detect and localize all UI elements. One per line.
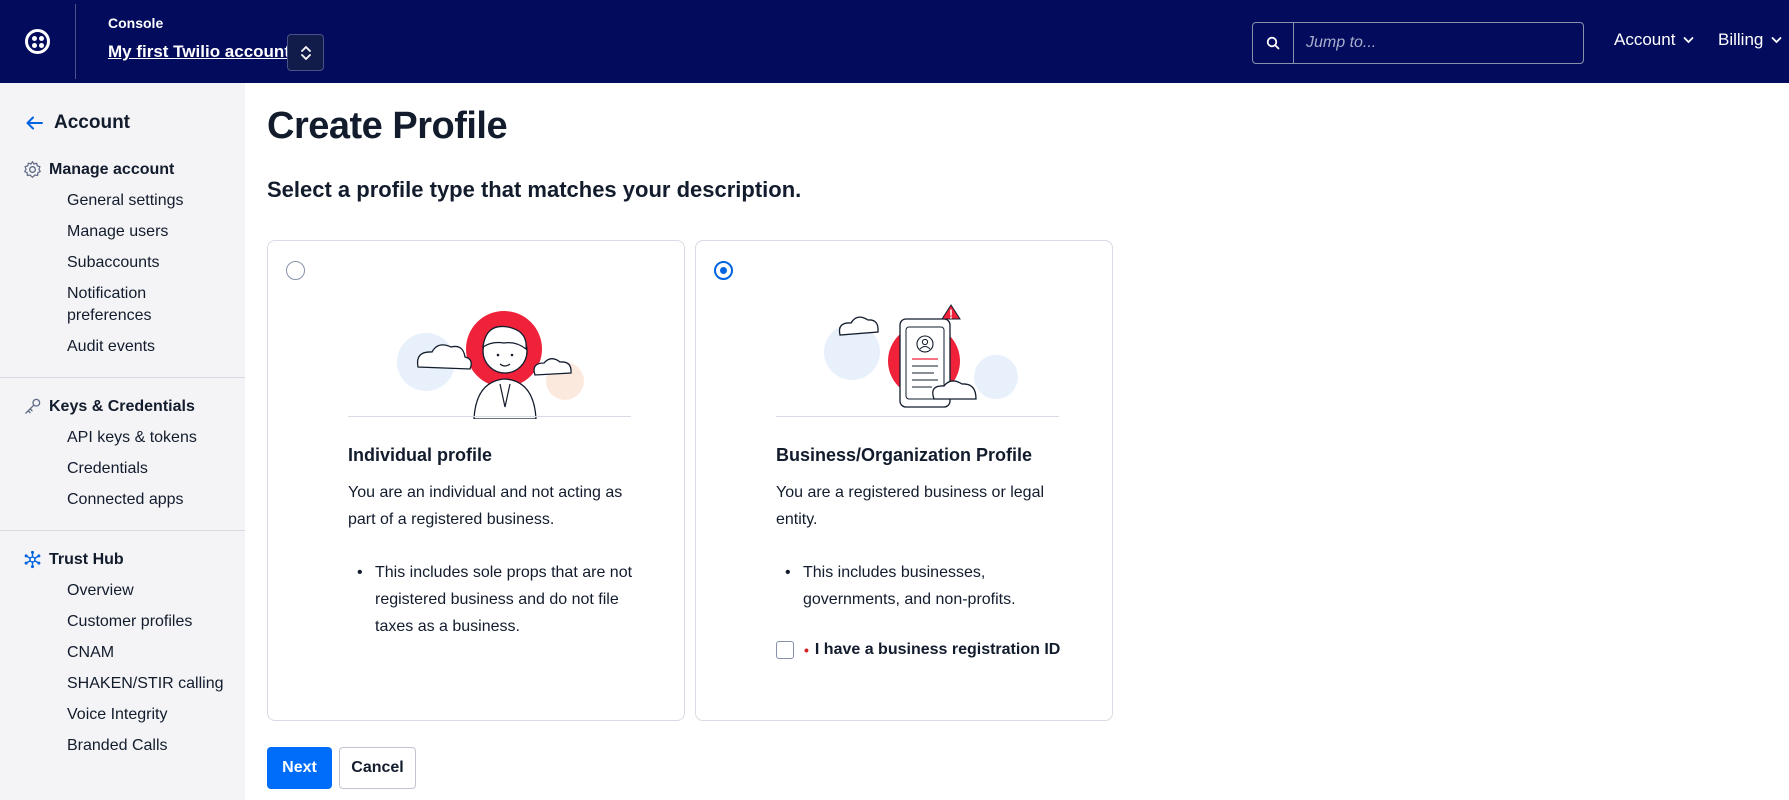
page-subtitle: Select a profile type that matches your … xyxy=(267,177,802,202)
sidebar-item-voice-integrity[interactable]: Voice Integrity xyxy=(67,704,168,726)
business-registration-checkbox[interactable] xyxy=(776,641,794,659)
business-registration-checkbox-row[interactable]: • I have a business registration ID xyxy=(776,641,1060,659)
sidebar-item-connected-apps[interactable]: Connected apps xyxy=(67,489,184,511)
cancel-button[interactable]: Cancel xyxy=(339,747,416,789)
card-divider xyxy=(348,416,631,417)
search-input[interactable] xyxy=(1294,23,1583,63)
key-icon xyxy=(25,398,41,414)
business-profile-bullet: This includes businesses, governments, a… xyxy=(785,559,1068,613)
console-label: Console xyxy=(108,15,164,31)
individual-profile-bullet: This includes sole props that are not re… xyxy=(357,559,640,640)
individual-profile-radio[interactable] xyxy=(286,261,305,280)
sidebar-item-overview[interactable]: Overview xyxy=(67,580,134,602)
sidebar-item-credentials[interactable]: Credentials xyxy=(67,458,148,480)
individual-profile-description: You are an individual and not acting as … xyxy=(348,484,623,528)
gear-icon xyxy=(24,161,41,178)
business-profile-description: You are a registered business or legal e… xyxy=(776,484,1045,528)
account-name-link[interactable]: My first Twilio account xyxy=(108,42,290,62)
sidebar-item-api-keys-tokens[interactable]: API keys & tokens xyxy=(67,427,197,449)
back-label: Account xyxy=(54,112,130,133)
search-icon xyxy=(1266,36,1280,50)
sidebar-item-general-settings[interactable]: General settings xyxy=(67,190,184,212)
search-button[interactable] xyxy=(1253,23,1294,63)
back-to-account-link[interactable]: Account xyxy=(25,112,130,134)
business-document-illustration xyxy=(824,304,1018,408)
search-box xyxy=(1252,22,1584,64)
twilio-logo-icon[interactable] xyxy=(25,29,50,54)
sidebar-section-label: Manage account xyxy=(49,160,175,178)
sidebar-section-manage-account[interactable]: Manage account xyxy=(23,160,174,179)
sidebar-divider xyxy=(0,377,245,378)
sidebar-item-branded-calls[interactable]: Branded Calls xyxy=(67,735,168,757)
required-indicator: • xyxy=(804,642,809,658)
sidebar-item-subaccounts[interactable]: Subaccounts xyxy=(67,252,160,274)
business-profile-card[interactable]: Business/Organization Profile You are a … xyxy=(695,240,1113,721)
trust-hub-icon xyxy=(24,550,41,569)
sidebar-section-label: Keys & Credentials xyxy=(49,397,195,415)
sidebar: Account Manage account General settings … xyxy=(0,83,245,800)
sidebar-item-notification-preferences[interactable]: Notification preferences xyxy=(67,283,207,327)
next-button[interactable]: Next xyxy=(267,747,332,789)
sidebar-section-trust-hub[interactable]: Trust Hub xyxy=(23,550,124,569)
business-profile-title: Business/Organization Profile xyxy=(776,445,1033,465)
sidebar-item-audit-events[interactable]: Audit events xyxy=(67,336,155,358)
card-divider xyxy=(776,416,1059,417)
business-registration-label: I have a business registration ID xyxy=(814,641,1061,658)
business-profile-radio[interactable] xyxy=(714,261,733,280)
arrow-left-icon xyxy=(26,116,43,130)
account-menu-label: Account xyxy=(1614,30,1676,49)
top-bar: Console My first Twilio account Account … xyxy=(0,0,1789,83)
sidebar-item-shaken-stir-calling[interactable]: SHAKEN/STIR calling xyxy=(67,673,224,695)
account-switcher-button[interactable] xyxy=(287,34,324,71)
topbar-divider xyxy=(75,4,76,79)
billing-menu-label: Billing xyxy=(1718,30,1764,49)
page-title: Create Profile xyxy=(267,105,508,147)
account-menu[interactable]: Account xyxy=(1614,30,1694,50)
individual-profile-title: Individual profile xyxy=(348,445,493,465)
sidebar-item-manage-users[interactable]: Manage users xyxy=(67,221,168,243)
individual-profile-card[interactable]: Individual profile You are an individual… xyxy=(267,240,685,721)
sidebar-section-keys-credentials[interactable]: Keys & Credentials xyxy=(23,397,195,416)
sidebar-item-customer-profiles[interactable]: Customer profiles xyxy=(67,611,192,633)
chevron-down-icon xyxy=(1771,37,1782,44)
billing-menu[interactable]: Billing xyxy=(1718,30,1782,50)
chevron-up-down-icon xyxy=(300,45,311,60)
sidebar-divider xyxy=(0,530,245,531)
sidebar-item-cnam[interactable]: CNAM xyxy=(67,642,114,664)
chevron-down-icon xyxy=(1684,37,1694,44)
individual-person-illustration xyxy=(397,311,584,419)
sidebar-section-label: Trust Hub xyxy=(49,550,124,568)
